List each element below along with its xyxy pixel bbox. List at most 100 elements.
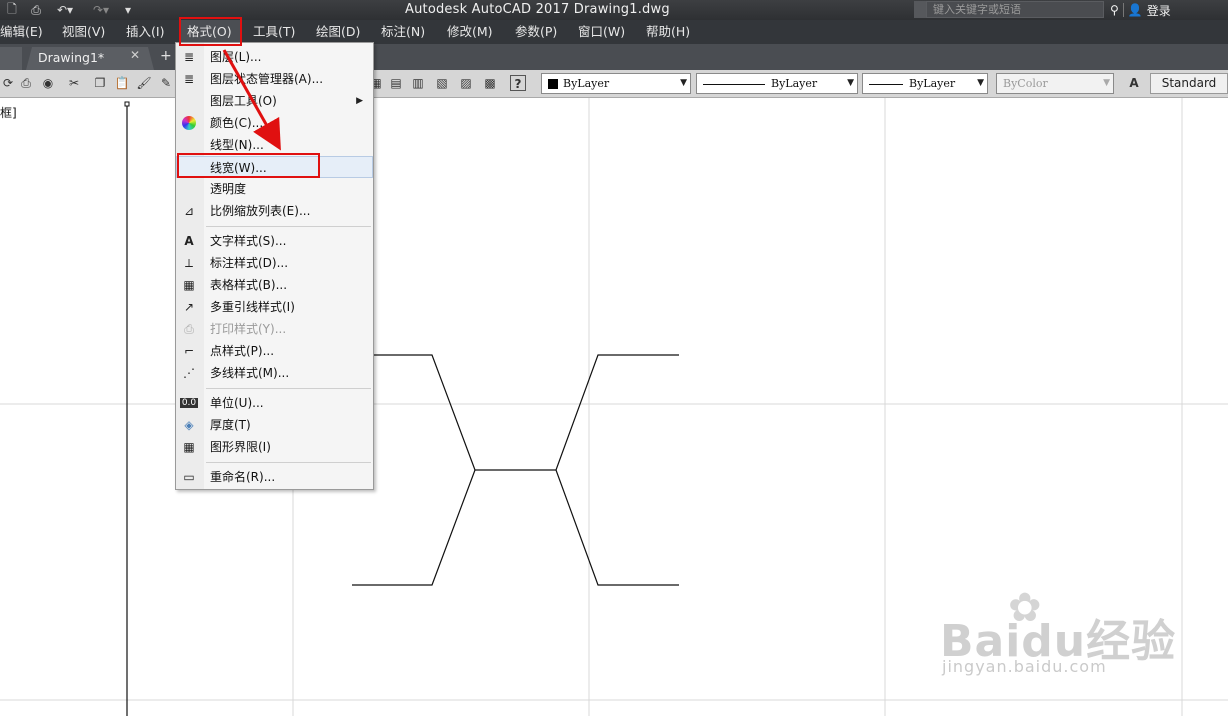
menu-item-label: 打印样式(Y)... xyxy=(210,322,287,336)
menu-item-label: 图形界限(I) xyxy=(210,440,271,454)
mleader-style-icon: ↗ xyxy=(183,300,195,314)
menu-item-color[interactable]: 颜色(C)... xyxy=(176,112,373,134)
menu-dimension[interactable]: 标注(N) xyxy=(381,20,425,44)
format-menu: ≣ 图层(L)... ≣ 图层状态管理器(A)... 图层工具(O) ▶ 颜色(… xyxy=(175,42,374,490)
menu-item-text-style[interactable]: A 文字样式(S)... xyxy=(176,230,373,252)
dim-style-icon: ⟂ xyxy=(184,256,193,270)
text-style-icon[interactable]: A xyxy=(1126,75,1142,91)
chevron-down-icon: ▼ xyxy=(977,78,984,88)
search-toggle[interactable] xyxy=(914,1,926,18)
cut-icon[interactable]: ✂ xyxy=(66,75,82,91)
menu-item-point-style[interactable]: ⌐ 点样式(P)... xyxy=(176,340,373,362)
lineweight-highlight-box xyxy=(177,153,320,178)
chevron-down-icon: ▼ xyxy=(680,78,687,88)
menu-insert[interactable]: 插入(I) xyxy=(126,20,164,44)
menu-view[interactable]: 视图(V) xyxy=(62,20,105,44)
format-menu-highlight-box xyxy=(179,17,242,46)
binoculars-icon[interactable]: ⚲ xyxy=(1110,3,1119,17)
menu-item-layer-state[interactable]: ≣ 图层状态管理器(A)... xyxy=(176,68,373,90)
lineweight-dropdown[interactable]: ByLayer ▼ xyxy=(862,73,988,94)
shape-top-path xyxy=(372,354,679,471)
menu-item-plot-style[interactable]: ⎙ 打印样式(Y)... xyxy=(176,318,373,340)
menu-item-layer[interactable]: ≣ 图层(L)... xyxy=(176,46,373,68)
text-style-icon: A xyxy=(184,234,194,248)
plotstyle-dropdown-value: ByColor xyxy=(1003,77,1048,90)
tab-label: Drawing1* xyxy=(38,50,105,65)
search-input[interactable]: 键入关键字或短语 xyxy=(926,1,1104,18)
menu-item-label: 图层状态管理器(A)... xyxy=(210,72,324,86)
menu-draw[interactable]: 绘图(D) xyxy=(316,20,360,44)
axis-grip xyxy=(124,101,130,107)
undo-icon[interactable]: ↶▾ xyxy=(54,1,76,19)
menu-window[interactable]: 窗口(W) xyxy=(578,20,625,44)
menu-separator xyxy=(206,462,371,463)
menu-item-rename[interactable]: ▭ 重命名(R)... xyxy=(176,466,373,488)
point-style-icon: ⌐ xyxy=(183,344,195,358)
menu-parametric[interactable]: 参数(P) xyxy=(515,20,557,44)
tab-scroll-stub[interactable] xyxy=(0,47,22,70)
login-link[interactable]: 登录 xyxy=(1147,2,1171,19)
thickness-icon: ◈ xyxy=(184,418,194,432)
properties-icon[interactable]: ▤ xyxy=(388,75,404,91)
menu-edit[interactable]: 编辑(E) xyxy=(0,20,43,44)
add-tab-icon[interactable]: + xyxy=(160,48,172,64)
calculator-icon[interactable]: ▩ xyxy=(482,75,498,91)
menu-item-label: 颜色(C)... xyxy=(210,116,264,130)
linetype-dropdown-value: ByLayer xyxy=(771,77,818,90)
menu-item-table-style[interactable]: ▦ 表格样式(B)... xyxy=(176,274,373,296)
design-center-icon[interactable]: ▥ xyxy=(410,75,426,91)
chevron-down-icon: ▼ xyxy=(1103,78,1110,88)
copy-icon[interactable]: ❐ xyxy=(92,75,108,91)
plotstyle-dropdown[interactable]: ByColor ▼ xyxy=(996,73,1114,94)
table-style-icon: ▦ xyxy=(183,278,195,292)
scale-list-icon: ⊿ xyxy=(183,204,195,218)
line-preview xyxy=(703,83,765,85)
menu-item-transparency[interactable]: 透明度 xyxy=(176,178,373,200)
match-properties-icon[interactable]: 🖌 xyxy=(136,75,152,91)
lineweight-dropdown-value: ByLayer xyxy=(909,77,956,90)
menu-item-thickness[interactable]: ◈ 厚度(T) xyxy=(176,414,373,436)
menu-item-mleader-style[interactable]: ↗ 多重引线样式(I) xyxy=(176,296,373,318)
print-icon[interactable]: ⎙ xyxy=(28,1,44,19)
paste-icon[interactable]: 📋 xyxy=(114,75,130,91)
text-style-dropdown[interactable]: Standard xyxy=(1150,73,1228,94)
menu-item-label: 点样式(P)... xyxy=(210,344,275,358)
plot-style-icon: ⎙ xyxy=(184,322,194,336)
text-style-value: Standard xyxy=(1161,76,1217,90)
redo-icon[interactable]: ↷▾ xyxy=(90,1,112,19)
publish-icon[interactable]: ◉ xyxy=(40,75,56,91)
menu-help[interactable]: 帮助(H) xyxy=(646,20,690,44)
menu-item-scale-list[interactable]: ⊿ 比例缩放列表(E)... xyxy=(176,200,373,222)
open-icon[interactable]: ⟳ xyxy=(0,75,16,91)
menu-item-label: 重命名(R)... xyxy=(210,470,276,484)
limits-icon: ▦ xyxy=(183,440,195,454)
menu-modify[interactable]: 修改(M) xyxy=(447,20,493,44)
linetype-dropdown[interactable]: ByLayer ▼ xyxy=(696,73,858,94)
menu-item-layer-tools[interactable]: 图层工具(O) ▶ xyxy=(176,90,373,112)
menu-item-limits[interactable]: ▦ 图形界限(I) xyxy=(176,436,373,458)
line-preview xyxy=(869,83,903,85)
chevron-down-icon: ▼ xyxy=(847,78,854,88)
menu-separator xyxy=(206,388,371,389)
shape-bottom-right-path xyxy=(555,469,679,586)
menu-item-label: 文字样式(S)... xyxy=(210,234,287,248)
menu-item-label: 透明度 xyxy=(210,182,247,196)
menu-item-mline-style[interactable]: ⋰ 多线样式(M)... xyxy=(176,362,373,384)
menu-item-label: 多线样式(M)... xyxy=(210,366,290,380)
layer-icon: ≣ xyxy=(183,50,195,64)
menu-item-units[interactable]: 0.0 单位(U)... xyxy=(176,392,373,414)
plot-icon[interactable]: ⎙ xyxy=(18,75,34,91)
markup-icon[interactable]: ▨ xyxy=(458,75,474,91)
login-area[interactable]: ⚲ 👤 登录 xyxy=(1110,1,1171,19)
menu-tools[interactable]: 工具(T) xyxy=(253,20,295,44)
sheet-set-icon[interactable]: ▧ xyxy=(434,75,450,91)
color-dropdown[interactable]: ByLayer ▼ xyxy=(541,73,691,94)
help-icon[interactable]: ? xyxy=(510,75,526,91)
new-icon[interactable]: 🗋 xyxy=(4,1,20,19)
menu-item-dim-style[interactable]: ⟂ 标注样式(D)... xyxy=(176,252,373,274)
customize-icon[interactable]: ▾ xyxy=(122,1,134,19)
menu-item-label: 表格样式(B)... xyxy=(210,278,288,292)
close-icon[interactable]: ✕ xyxy=(130,48,140,62)
color-wheel-icon xyxy=(180,115,198,131)
block-editor-icon[interactable]: ✎ xyxy=(158,75,174,91)
